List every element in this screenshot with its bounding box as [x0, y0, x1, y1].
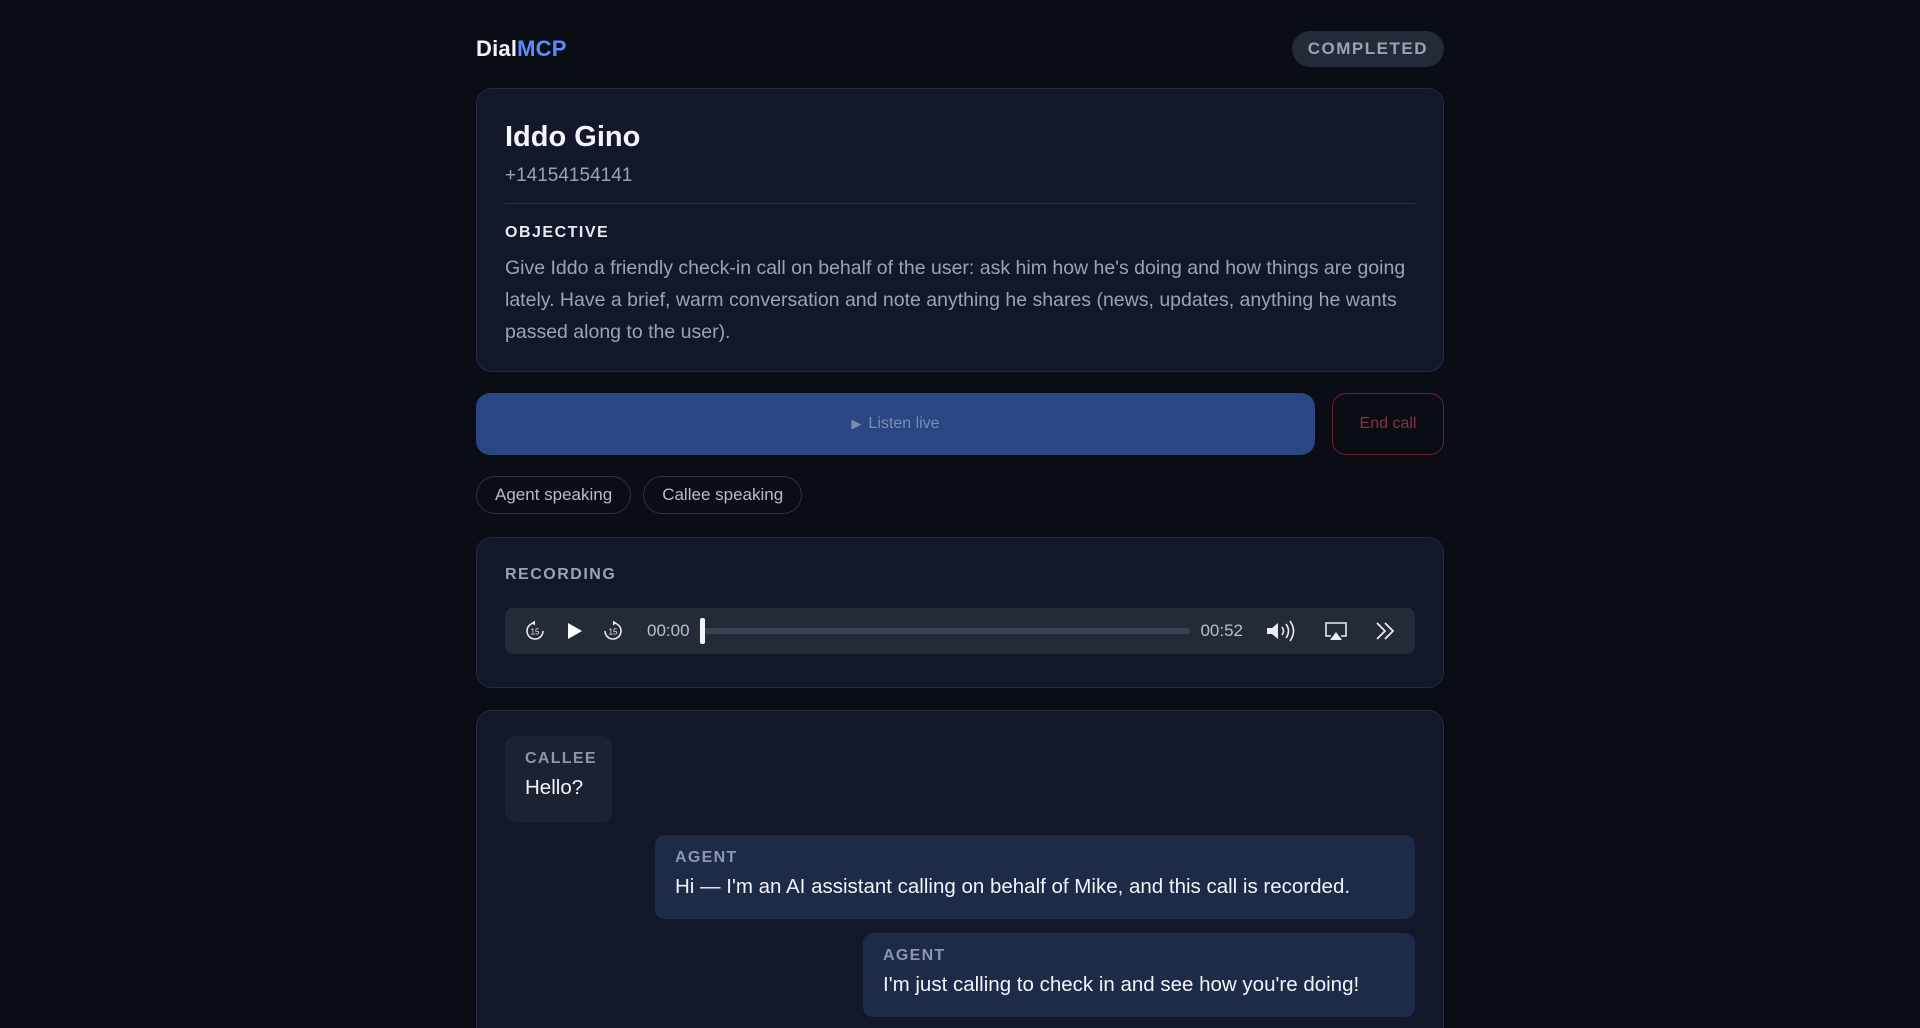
- objective-label: OBJECTIVE: [505, 224, 610, 241]
- svg-text:15: 15: [531, 628, 540, 637]
- brand-name-mcp: MCP: [517, 36, 567, 61]
- objective-text: Give Iddo a friendly check-in call on be…: [505, 257, 1406, 343]
- audio-player: 15 15 00:00 00:52: [505, 608, 1415, 654]
- listen-live-label: Listen live: [868, 415, 940, 432]
- transcript-card: CALLEE Hello? AGENT Hi — I'm an AI assis…: [476, 710, 1444, 1028]
- end-call-label: End call: [1359, 415, 1417, 432]
- callee-speaking-chip: Callee speaking: [643, 476, 803, 514]
- speaker-label: AGENT: [675, 849, 738, 866]
- call-actions: ▶ Listen live End call: [476, 393, 1444, 455]
- airplay-icon[interactable]: [1323, 620, 1349, 642]
- play-icon[interactable]: [563, 620, 585, 642]
- transcript-message-callee: CALLEE Hello?: [505, 736, 612, 822]
- speaker-label: AGENT: [883, 947, 946, 964]
- skip-forward-15-icon[interactable]: 15: [601, 619, 625, 643]
- playback-scrubber[interactable]: [699, 618, 1191, 644]
- contact-name: Iddo Gino: [505, 121, 641, 153]
- brand-name-dial: Dial: [476, 36, 518, 61]
- divider: [505, 203, 1415, 204]
- scrubber-thumb[interactable]: [699, 618, 705, 644]
- more-icon[interactable]: [1373, 620, 1397, 642]
- call-detail-page: DialMCP COMPLETED Iddo Gino +14154154141…: [0, 0, 1920, 1028]
- recording-card: RECORDING 15 15 00:00 00:52: [476, 537, 1444, 688]
- message-text: I'm just calling to check in and see how…: [883, 973, 1360, 996]
- status-badge: COMPLETED: [1291, 31, 1444, 67]
- agent-speaking-chip: Agent speaking: [476, 476, 632, 514]
- top-bar: DialMCP COMPLETED: [476, 0, 1444, 98]
- play-icon: ▶: [851, 416, 862, 431]
- speaker-label: CALLEE: [525, 750, 597, 767]
- listen-live-button[interactable]: ▶ Listen live: [476, 393, 1315, 455]
- duration-time: 00:52: [1200, 621, 1243, 640]
- end-call-button[interactable]: End call: [1332, 393, 1444, 455]
- recording-label: RECORDING: [505, 566, 617, 583]
- contact-card: Iddo Gino +14154154141 OBJECTIVE Give Id…: [476, 88, 1444, 372]
- brand-logo[interactable]: DialMCP: [476, 36, 567, 62]
- transcript-message-agent: AGENT Hi — I'm an AI assistant calling o…: [655, 835, 1415, 919]
- message-text: Hello?: [525, 776, 584, 799]
- contact-phone: +14154154141: [505, 165, 633, 186]
- transcript-message-agent: AGENT I'm just calling to check in and s…: [863, 933, 1415, 1017]
- main-column: DialMCP COMPLETED Iddo Gino +14154154141…: [476, 0, 1444, 1028]
- speaking-indicators: Agent speaking Callee speaking: [476, 476, 803, 514]
- current-time: 00:00: [647, 621, 690, 640]
- skip-back-15-icon[interactable]: 15: [523, 619, 547, 643]
- svg-text:15: 15: [609, 628, 618, 637]
- message-text: Hi — I'm an AI assistant calling on beha…: [675, 875, 1351, 898]
- volume-icon[interactable]: [1265, 619, 1299, 643]
